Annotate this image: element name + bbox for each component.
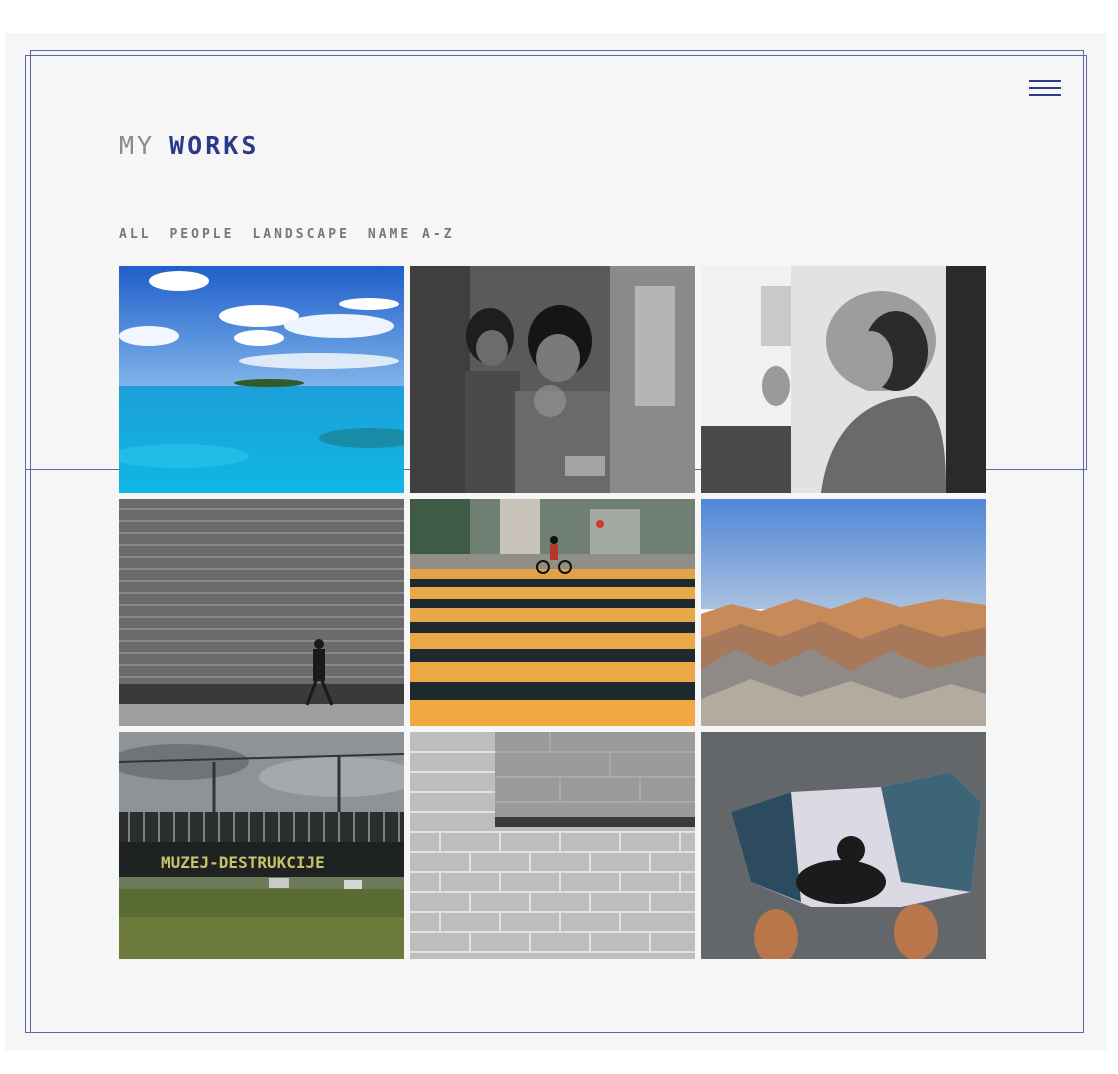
gallery-item-woman-smoking[interactable] — [701, 266, 986, 493]
filter-people[interactable]: PEOPLE — [169, 227, 234, 242]
gallery-item-brick-wall[interactable] — [410, 732, 695, 959]
puddle-reflection-image — [701, 732, 986, 959]
cyclist-crosswalk-image — [410, 499, 695, 726]
bridge-graffiti-image: MUZEJ-DESTRUKCIJE — [119, 732, 404, 959]
gallery-item-badlands[interactable] — [701, 499, 986, 726]
gallery-item-tribal-women[interactable] — [410, 266, 695, 493]
filter-bar: ALL PEOPLE LANDSCAPE NAME A-Z — [119, 227, 473, 242]
tribal-women-image — [410, 266, 695, 493]
woman-smoking-image — [701, 266, 986, 493]
gallery-item-pedestrian[interactable] — [119, 499, 404, 726]
menu-bar — [1029, 80, 1061, 82]
menu-bar — [1029, 87, 1061, 89]
gallery-item-puddle[interactable] — [701, 732, 986, 959]
graffiti-text: MUZEJ-DESTRUKCIJE — [161, 853, 325, 872]
page-background: MY WORKS ALL PEOPLE LANDSCAPE NAME A-Z M… — [5, 33, 1107, 1050]
tropical-island-image — [119, 266, 404, 493]
filter-name-az[interactable]: NAME A-Z — [368, 227, 455, 242]
gallery-item-tropical-island[interactable] — [119, 266, 404, 493]
page-title-light: MY — [119, 131, 156, 160]
page-title: MY WORKS — [119, 131, 259, 160]
badlands-canyon-image — [701, 499, 986, 726]
menu-bar — [1029, 94, 1061, 96]
page-title-bold: WORKS — [169, 131, 260, 160]
brick-wall-image — [410, 732, 695, 959]
hamburger-menu-icon[interactable] — [1029, 78, 1061, 100]
gallery-item-cyclist[interactable] — [410, 499, 695, 726]
pedestrian-shutter-image — [119, 499, 404, 726]
gallery-grid: MUZEJ-DESTRUKCIJE — [119, 266, 986, 959]
filter-landscape[interactable]: LANDSCAPE — [252, 227, 349, 242]
filter-all[interactable]: ALL — [119, 227, 151, 242]
gallery-item-bridge[interactable]: MUZEJ-DESTRUKCIJE — [119, 732, 404, 959]
